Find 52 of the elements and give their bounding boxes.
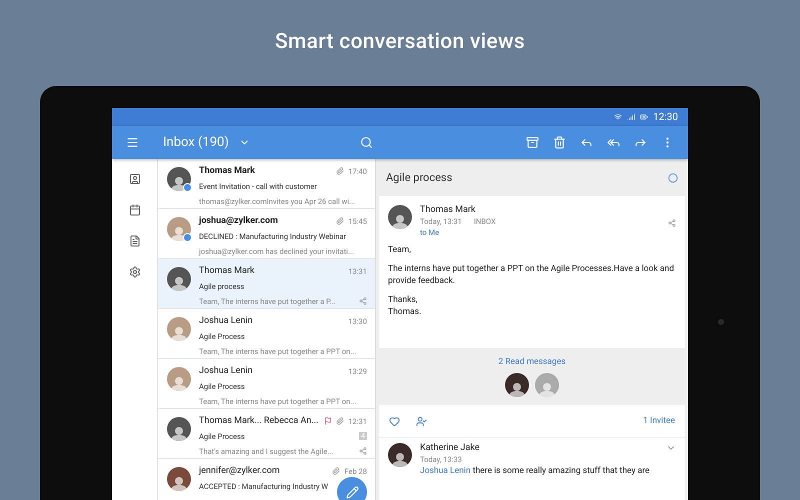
sender-name: jennifer@zylker.com [199,466,281,476]
circle-icon[interactable] [668,172,678,182]
sender-name: Thomas Mark [199,266,256,276]
avatar [388,443,412,467]
reply-sender: Katherine Jake [420,443,480,453]
camera-dot [718,319,724,325]
share-icon[interactable] [668,219,676,227]
user-check-icon[interactable] [416,416,427,426]
menu-icon[interactable] [126,136,139,149]
avatar [167,417,191,441]
message-paragraph: Team, [388,245,412,256]
sender-name: Joshua Lenin [199,316,254,326]
trash-icon[interactable] [553,136,566,149]
mention-link[interactable]: Joshua Lenin [420,466,471,476]
sender-name: Thomas Mark... Rebecca An... [199,416,320,426]
avatar [505,372,529,396]
reply-icon[interactable] [580,136,593,149]
invitee-link[interactable]: 1 Invitee [643,416,675,426]
avatar [167,367,191,391]
conversation-subject: Agile process [386,171,452,184]
headline: Smart conversation views [275,30,525,54]
signal-icon [627,113,636,121]
calendar-icon[interactable] [128,204,140,216]
wifi-icon [614,113,622,121]
message-paragraph: The interns have put together a PPT on the Agile Processes.Have a look and provide feedback. [388,264,676,288]
forward-icon[interactable] [634,136,647,149]
reply-text: Joshua Lenin there is some really amazing stuff that they are [420,466,651,476]
settings-icon[interactable] [128,266,140,278]
message-paragraph: Thanks, Thomas. [388,295,422,318]
avatar [535,372,559,396]
sender-name: joshua@zylker.com [199,216,279,226]
share-icon[interactable] [359,447,367,455]
heart-icon[interactable] [389,416,400,426]
reply-all-icon[interactable] [607,136,620,149]
sender-name: Joshua Lenin [199,366,254,376]
avatar [167,217,191,241]
search-icon[interactable] [360,136,373,149]
avatar [388,205,412,229]
battery-icon [640,113,648,121]
read-messages-link[interactable]: 2 Read messages [498,356,566,366]
avatar [167,267,191,291]
contact-icon[interactable] [128,173,140,185]
pencil-icon [346,486,358,498]
status-time: 12:30 [653,112,678,122]
avatar [167,317,191,341]
archive-icon[interactable] [526,136,539,149]
sender-name: Thomas Mark [199,166,256,176]
avatar [167,467,191,491]
message-sender: Thomas Mark [420,205,476,215]
share-icon[interactable] [359,297,367,305]
avatar [167,167,191,191]
document-icon[interactable] [128,235,140,247]
